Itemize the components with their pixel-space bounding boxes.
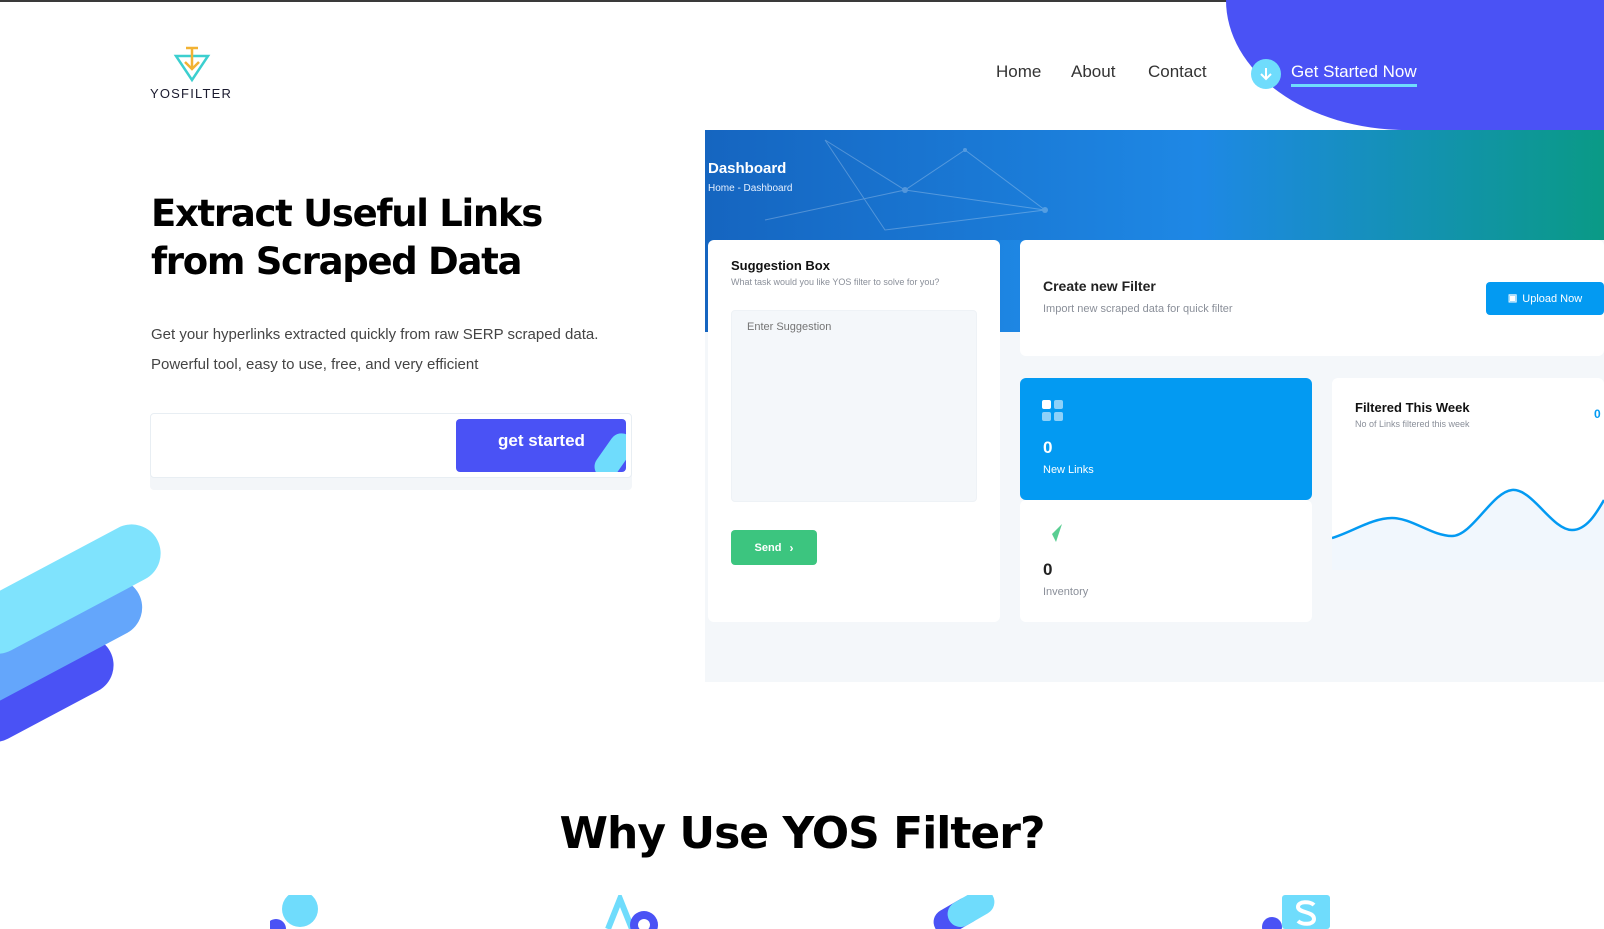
inventory-card: 0 Inventory	[1020, 500, 1312, 622]
get-started-now-label: Get Started Now	[1291, 62, 1417, 87]
chevron-right-icon: ›	[789, 540, 794, 555]
nav-home[interactable]: Home	[996, 62, 1041, 82]
send-label: Send	[754, 541, 782, 554]
new-links-value: 0	[1043, 438, 1053, 457]
upload-now-button[interactable]: ▣ Upload Now	[1486, 282, 1604, 315]
create-filter-subtitle: Import new scraped data for quick filter	[1043, 303, 1233, 315]
dashboard-breadcrumb: Home - Dashboard	[708, 183, 793, 194]
nav-contact[interactable]: Contact	[1148, 62, 1207, 82]
brand-logo[interactable]: YOSFILTER	[150, 46, 240, 102]
create-filter-title: Create new Filter	[1043, 278, 1156, 294]
network-pattern	[764, 139, 1048, 231]
upload-now-label: Upload Now	[1522, 292, 1583, 305]
funnel-logo-icon	[173, 46, 211, 83]
signup-input[interactable]	[162, 424, 452, 468]
why-title: Why Use YOS Filter?	[559, 808, 1046, 859]
filtered-week-value: 0	[1594, 407, 1601, 421]
dashboard-title: Dashboard	[708, 160, 787, 177]
feature-icon-1	[270, 895, 318, 929]
dashboard-preview: Dashboard Home - Dashboard Suggestion Bo…	[705, 130, 1604, 682]
filtered-week-title: Filtered This Week	[1355, 400, 1470, 415]
weekly-sparkline	[1332, 488, 1604, 570]
hero-title: Extract Useful Links from Scraped Data	[151, 192, 543, 283]
paper-plane-icon	[1044, 524, 1062, 542]
send-button[interactable]: Send ›	[731, 530, 817, 565]
suggestion-textarea[interactable]	[731, 310, 977, 502]
nav-about[interactable]: About	[1071, 62, 1115, 82]
get-started-button[interactable]: get started	[456, 419, 626, 472]
create-filter-card: Create new Filter Import new scraped dat…	[1020, 240, 1604, 356]
suggestion-subtitle: What task would you like YOS filter to s…	[731, 277, 940, 287]
feature-icon-3	[933, 895, 995, 929]
dashboard-banner: Dashboard Home - Dashboard	[705, 130, 1604, 240]
arrow-down-icon	[1251, 59, 1281, 89]
new-links-card: 0 New Links	[1020, 378, 1312, 500]
filtered-week-subtitle: No of Links filtered this week	[1355, 419, 1470, 429]
upload-file-icon: ▣	[1507, 293, 1518, 304]
hero-subtitle: Get your hyperlinks extracted quickly fr…	[151, 326, 599, 373]
inventory-label: Inventory	[1043, 586, 1089, 598]
suggestion-title: Suggestion Box	[731, 258, 830, 273]
button-stripe	[589, 428, 626, 472]
get-started-now-link[interactable]: Get Started Now	[1251, 57, 1417, 91]
brand-name: YOSFILTER	[150, 86, 233, 101]
get-started-label: get started	[498, 431, 585, 450]
new-links-label: New Links	[1043, 464, 1094, 476]
decorative-stripes	[0, 524, 161, 743]
inventory-value: 0	[1043, 560, 1053, 579]
grid-icon	[1042, 400, 1064, 422]
suggestion-card: Suggestion Box What task would you like …	[708, 240, 1000, 622]
filtered-week-card: Filtered This Week No of Links filtered …	[1332, 378, 1604, 570]
feature-icon-2	[605, 895, 658, 929]
feature-icon-4	[1262, 895, 1330, 929]
